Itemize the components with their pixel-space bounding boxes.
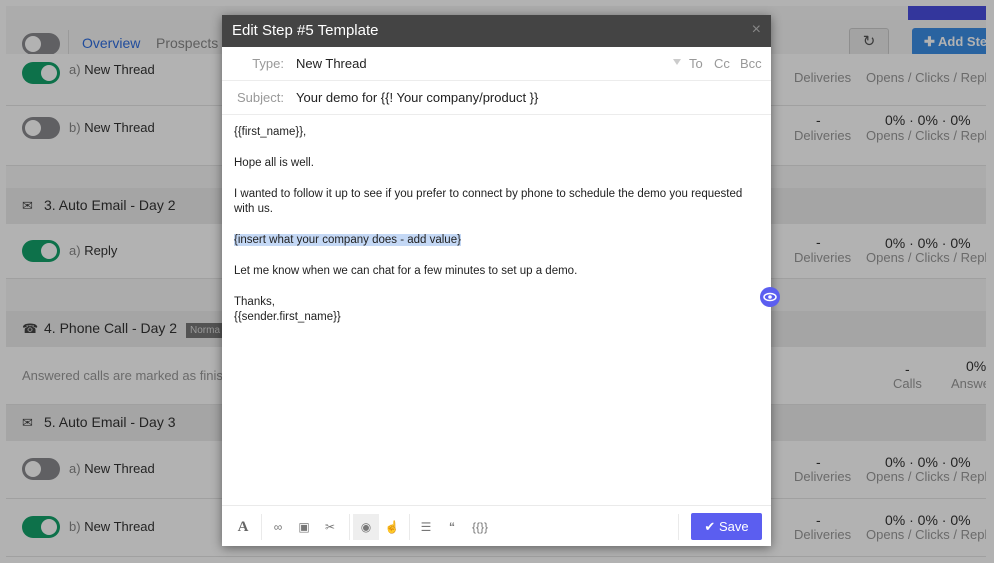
variables-icon[interactable]: {{}} <box>465 514 495 540</box>
body-line: Hope all is well. <box>234 157 314 169</box>
document-icon[interactable]: ☰ <box>413 514 439 540</box>
divider <box>261 514 262 540</box>
rates-value: 0% · 0% · 0% <box>885 235 971 251</box>
attachment-icon[interactable]: ✂ <box>317 514 343 540</box>
body-line: Let me know when we can chat for a few m… <box>234 265 578 277</box>
save-label: Save <box>718 519 749 534</box>
email-body-editor[interactable]: {{first_name}}, Hope all is well. I want… <box>234 125 759 325</box>
font-icon[interactable]: A <box>230 514 256 540</box>
section-title: 4. Phone Call - Day 2 <box>44 320 178 336</box>
deliveries-label: Deliveries <box>794 469 852 484</box>
rates-label: Opens / Clicks / Repl <box>866 250 986 265</box>
to-button[interactable]: To <box>689 56 703 71</box>
screen: Overview Prospects ↻ ✚ Add Ste a) New Th… <box>0 0 994 563</box>
step-toggle[interactable] <box>22 458 60 480</box>
modal-title: Edit Step #5 Template <box>232 22 379 39</box>
deliveries-label: Deliveries <box>794 527 852 542</box>
edit-template-modal: Edit Step #5 Template × Type: New Thread… <box>222 15 771 546</box>
rates-label: Opens / Clicks / Repl <box>866 128 986 143</box>
image-icon[interactable]: ▣ <box>291 514 317 540</box>
sequence-toggle[interactable] <box>22 33 60 55</box>
modal-header: Edit Step #5 Template × <box>222 15 771 47</box>
step-label[interactable]: b) New Thread <box>69 519 155 534</box>
selected-text: {insert what your company does - add val… <box>234 234 461 246</box>
rates-value: 0% · 0% · 0% <box>885 454 971 470</box>
deliveries-value: - <box>816 112 821 128</box>
add-step-label: Add Ste <box>938 34 986 49</box>
step-toggle[interactable] <box>22 62 60 84</box>
check-icon: ✔ <box>704 519 719 534</box>
eye-icon[interactable]: ◉ <box>353 514 379 540</box>
refresh-button[interactable]: ↻ <box>849 28 889 56</box>
body-line: I wanted to follow it up to see if you p… <box>234 188 743 215</box>
calls-value: - <box>905 361 910 377</box>
step-label[interactable]: a) New Thread <box>69 461 155 476</box>
calls-label: Calls <box>893 376 922 391</box>
divider <box>349 514 350 540</box>
step-toggle[interactable] <box>22 240 60 262</box>
deliveries-label: Deliveries <box>794 250 852 265</box>
close-icon[interactable]: × <box>752 21 761 39</box>
tab-prospects[interactable]: Prospects <box>156 35 218 51</box>
step-toggle[interactable] <box>22 516 60 538</box>
phone-note: Answered calls are marked as finish <box>22 368 231 383</box>
step-label[interactable]: a) Reply <box>69 243 117 258</box>
save-button[interactable]: ✔ Save <box>691 513 762 540</box>
priority-badge: Norma <box>186 323 225 338</box>
rates-label: Opens / Clicks / Repl <box>866 469 986 484</box>
subject-field: Subject: Your demo for {{! Your company/… <box>222 81 771 115</box>
step-toggle[interactable] <box>22 117 60 139</box>
rates-label: Opens / Clicks / Repl <box>866 527 986 542</box>
dropdown-caret-icon[interactable] <box>673 59 681 65</box>
divider <box>409 514 410 540</box>
deliveries-label: Deliveries <box>794 128 852 143</box>
envelope-icon: ✉ <box>22 198 33 213</box>
plus-icon: ✚ <box>924 34 939 49</box>
envelope-icon: ✉ <box>22 415 33 430</box>
type-select[interactable]: New Thread <box>296 56 367 71</box>
rates-label: Opens / Clicks / Repl <box>866 70 986 85</box>
section-title: 5. Auto Email - Day 3 <box>44 414 176 430</box>
phone-icon: ☎ <box>22 321 39 336</box>
refresh-icon: ↻ <box>862 33 876 50</box>
deliveries-label: Deliveries <box>794 70 852 85</box>
link-icon[interactable]: ∞ <box>265 514 291 540</box>
step-label[interactable]: a) New Thread <box>69 62 155 77</box>
bcc-button[interactable]: Bcc <box>740 56 762 71</box>
preview-eye-icon[interactable] <box>760 287 780 307</box>
section-title: 3. Auto Email - Day 2 <box>44 197 176 213</box>
type-field: Type: New Thread To Cc Bcc <box>222 47 771 81</box>
deliveries-value: - <box>816 512 821 528</box>
body-line: Thanks, <box>234 296 275 308</box>
deliveries-value: - <box>816 454 821 470</box>
step-label[interactable]: b) New Thread <box>69 120 155 135</box>
answered-label: Answe <box>951 376 986 391</box>
editor-toolbar: A ∞ ▣ ✂ ◉ ☝ ☰ “ {{}} ✔ Save <box>222 505 771 546</box>
pointer-icon[interactable]: ☝ <box>379 514 405 540</box>
body-line: {{first_name}}, <box>234 126 307 138</box>
tab-overview[interactable]: Overview <box>82 35 140 51</box>
divider <box>678 514 679 540</box>
rates-value: 0% · 0% · 0% <box>885 112 971 128</box>
cc-button[interactable]: Cc <box>714 56 730 71</box>
add-step-button[interactable]: ✚ Add Ste <box>912 28 986 56</box>
answered-value: 0% <box>966 358 986 374</box>
body-line: {{sender.first_name}} <box>234 311 341 323</box>
subject-label: Subject: <box>237 90 284 105</box>
header-accent-bar <box>908 6 986 20</box>
rates-value: 0% · 0% · 0% <box>885 512 971 528</box>
type-label: Type: <box>252 56 284 71</box>
subject-input[interactable]: Your demo for {{! Your company/product }… <box>296 90 538 105</box>
quote-icon[interactable]: “ <box>439 514 465 540</box>
deliveries-value: - <box>816 234 821 250</box>
